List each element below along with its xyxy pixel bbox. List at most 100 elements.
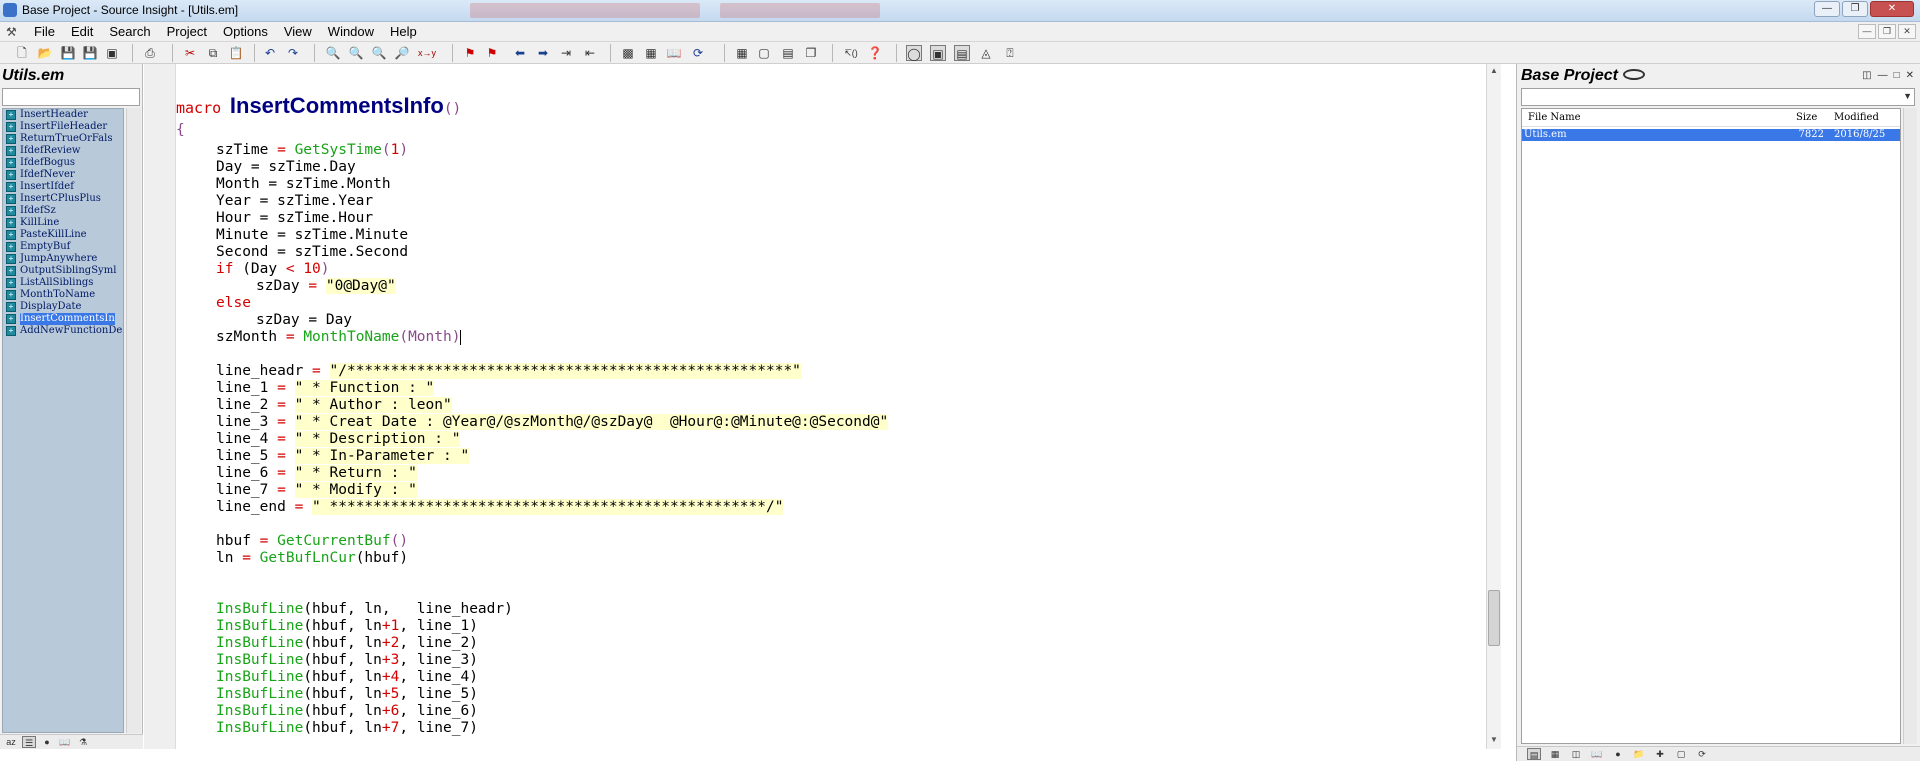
help-pointer-icon[interactable]: ❓ bbox=[867, 45, 883, 61]
code-area[interactable]: macro InsertCommentsInfo() { szTime = Ge… bbox=[176, 64, 1481, 749]
filter-icon[interactable]: ⚗ bbox=[76, 736, 90, 748]
window-layout-icon[interactable]: ▢ bbox=[756, 45, 772, 61]
search-files-icon[interactable]: 🔎 bbox=[394, 45, 410, 61]
new-file-icon[interactable]: 🗋 bbox=[14, 45, 30, 61]
search-forward-icon[interactable]: 🔍 bbox=[371, 45, 387, 61]
symbol-item[interactable]: + EmptyBuf bbox=[3, 241, 123, 253]
remove-file-icon[interactable]: ▢ bbox=[1674, 748, 1688, 760]
folder-icon[interactable]: 📁 bbox=[1632, 748, 1646, 760]
jump-to-line-icon[interactable]: ⇥ bbox=[558, 45, 574, 61]
lookup-icon[interactable]: ▦ bbox=[643, 45, 659, 61]
split-window-icon[interactable]: ▤ bbox=[780, 45, 796, 61]
replace-icon[interactable]: x→y bbox=[418, 45, 436, 61]
cut-icon[interactable]: ✂ bbox=[182, 45, 198, 61]
menu-file[interactable]: File bbox=[26, 22, 63, 42]
symbol-list[interactable]: + InsertHeader + InsertFileHeader + ReturnT… bbox=[2, 108, 124, 733]
symbol-item[interactable]: + JumpAnywhere bbox=[3, 253, 123, 265]
book-icon[interactable]: 📖 bbox=[1590, 748, 1604, 760]
menu-view[interactable]: View bbox=[276, 22, 320, 42]
symbol-item[interactable]: + IfdefSz bbox=[3, 205, 123, 217]
symbol-item[interactable]: + AddNewFunctionDe bbox=[3, 325, 123, 337]
scroll-thumb[interactable] bbox=[1488, 590, 1500, 646]
file-row-selected[interactable]: Utils.em 7822 2016/8/25 bbox=[1522, 129, 1900, 141]
add-file-icon[interactable]: ✚ bbox=[1653, 748, 1667, 760]
symbol-item[interactable]: + ReturnTrueOrFals bbox=[3, 133, 123, 145]
menu-options[interactable]: Options bbox=[215, 22, 276, 42]
symbol-item[interactable]: + InsertHeader bbox=[3, 109, 123, 121]
project-file-list[interactable]: File Name Size Modified Utils.em 7822 20… bbox=[1521, 108, 1901, 744]
book-icon[interactable]: 📖 bbox=[666, 45, 682, 61]
relation-window-toggle-icon[interactable]: ▣ bbox=[930, 45, 946, 61]
symbol-list-scrollbar[interactable] bbox=[126, 108, 141, 733]
symbol-filter-input[interactable] bbox=[2, 88, 140, 106]
context-window-toggle-icon[interactable]: ◯ bbox=[906, 45, 922, 61]
symbol-window-icon[interactable]: ▩ bbox=[620, 45, 636, 61]
symbol-item[interactable]: + InsertCPlusPlus bbox=[3, 193, 123, 205]
scroll-up-icon[interactable]: ▲ bbox=[1487, 66, 1501, 78]
category-icon[interactable]: ● bbox=[1611, 748, 1625, 760]
column-file-name[interactable]: File Name bbox=[1522, 109, 1790, 126]
menu-help[interactable]: Help bbox=[382, 22, 425, 42]
forward-arrow-icon[interactable]: ➡ bbox=[535, 45, 551, 61]
panel-maximize-icon[interactable]: □ bbox=[1894, 70, 1900, 81]
symbol-item-selected[interactable]: + InsertCommentsIn bbox=[3, 313, 123, 325]
close-file-icon[interactable]: ▣ bbox=[104, 45, 120, 61]
restore-button[interactable]: ❐ bbox=[1842, 1, 1868, 17]
menu-edit[interactable]: Edit bbox=[63, 22, 101, 42]
symbol-item[interactable]: + OutputSiblingSyml bbox=[3, 265, 123, 277]
mdi-minimize-button[interactable]: — bbox=[1858, 24, 1876, 39]
symbol-item[interactable]: + ListAllSiblings bbox=[3, 277, 123, 289]
search-backward-icon[interactable]: 🔍 bbox=[348, 45, 364, 61]
symbol-item[interactable]: + InsertFileHeader bbox=[3, 121, 123, 133]
close-button[interactable]: ✕ bbox=[1870, 1, 1914, 17]
symbol-item[interactable]: + MonthToName bbox=[3, 289, 123, 301]
search-icon[interactable]: 🔍 bbox=[325, 45, 341, 61]
bookmark-icon[interactable]: ⚑ bbox=[462, 45, 478, 61]
bookmark-list-icon[interactable]: ⚑ bbox=[484, 45, 500, 61]
symbol-item[interactable]: + PasteKillLine bbox=[3, 229, 123, 241]
symbol-item[interactable]: + IfdefBogus bbox=[3, 157, 123, 169]
file-list-scrollbar[interactable] bbox=[1903, 108, 1917, 744]
tile-view-icon[interactable]: ◫ bbox=[1569, 748, 1583, 760]
sort-alpha-icon[interactable]: az bbox=[4, 736, 18, 748]
detail-view-icon[interactable]: ▦ bbox=[1548, 748, 1562, 760]
help-icon[interactable]: ⍰ bbox=[1002, 45, 1018, 61]
minimize-button[interactable]: — bbox=[1814, 1, 1840, 17]
back-arrow-icon[interactable]: ⬅ bbox=[512, 45, 528, 61]
editor-vertical-scrollbar[interactable]: ▲ ▼ bbox=[1486, 64, 1501, 749]
mdi-restore-button[interactable]: ❐ bbox=[1878, 24, 1896, 39]
panel-close-icon[interactable]: ✕ bbox=[1906, 70, 1914, 81]
cascade-window-icon[interactable]: ❐ bbox=[803, 45, 819, 61]
redo-icon[interactable]: ↷ bbox=[285, 45, 301, 61]
project-window-toggle-icon[interactable]: ▤ bbox=[954, 45, 970, 61]
column-modified[interactable]: Modified bbox=[1828, 109, 1900, 126]
symbol-item[interactable]: + KillLine bbox=[3, 217, 123, 229]
save-icon[interactable]: 💾 bbox=[60, 45, 76, 61]
file-list-view-icon[interactable]: ▤ bbox=[1527, 748, 1541, 760]
undo-icon[interactable]: ↶ bbox=[262, 45, 278, 61]
category-icon[interactable]: ● bbox=[40, 736, 54, 748]
open-folder-icon[interactable]: 📂 bbox=[37, 45, 53, 61]
menu-project[interactable]: Project bbox=[159, 22, 215, 42]
sync-icon[interactable]: ⟳ bbox=[1695, 748, 1709, 760]
menu-search[interactable]: Search bbox=[101, 22, 158, 42]
print-icon[interactable]: ⎙ bbox=[142, 45, 158, 61]
book-icon[interactable]: 📖 bbox=[58, 736, 72, 748]
pin-icon[interactable]: ◫ bbox=[1862, 70, 1871, 81]
symbol-item[interactable]: + IfdefReview bbox=[3, 145, 123, 157]
refresh-icon[interactable]: ⟳ bbox=[690, 45, 706, 61]
save-all-icon[interactable]: 💾 bbox=[82, 45, 98, 61]
paste-icon[interactable]: 📋 bbox=[228, 45, 244, 61]
list-view-icon[interactable]: ☰ bbox=[22, 736, 36, 748]
project-filter-dropdown[interactable]: ▼ bbox=[1521, 88, 1915, 106]
menu-window[interactable]: Window bbox=[320, 22, 382, 42]
tile-grid-icon[interactable]: ▦ bbox=[734, 45, 750, 61]
symbol-item[interactable]: + DisplayDate bbox=[3, 301, 123, 313]
symbol-item[interactable]: + IfdefNever bbox=[3, 169, 123, 181]
clip-window-icon[interactable]: ◬ bbox=[978, 45, 994, 61]
brace-match-icon[interactable]: ↸() bbox=[843, 45, 859, 61]
code-editor[interactable]: macro InsertCommentsInfo() { szTime = Ge… bbox=[144, 64, 1501, 749]
mdi-close-button[interactable]: ✕ bbox=[1898, 24, 1916, 39]
copy-icon[interactable]: ⧉ bbox=[205, 45, 221, 61]
symbol-item[interactable]: + InsertIfdef bbox=[3, 181, 123, 193]
